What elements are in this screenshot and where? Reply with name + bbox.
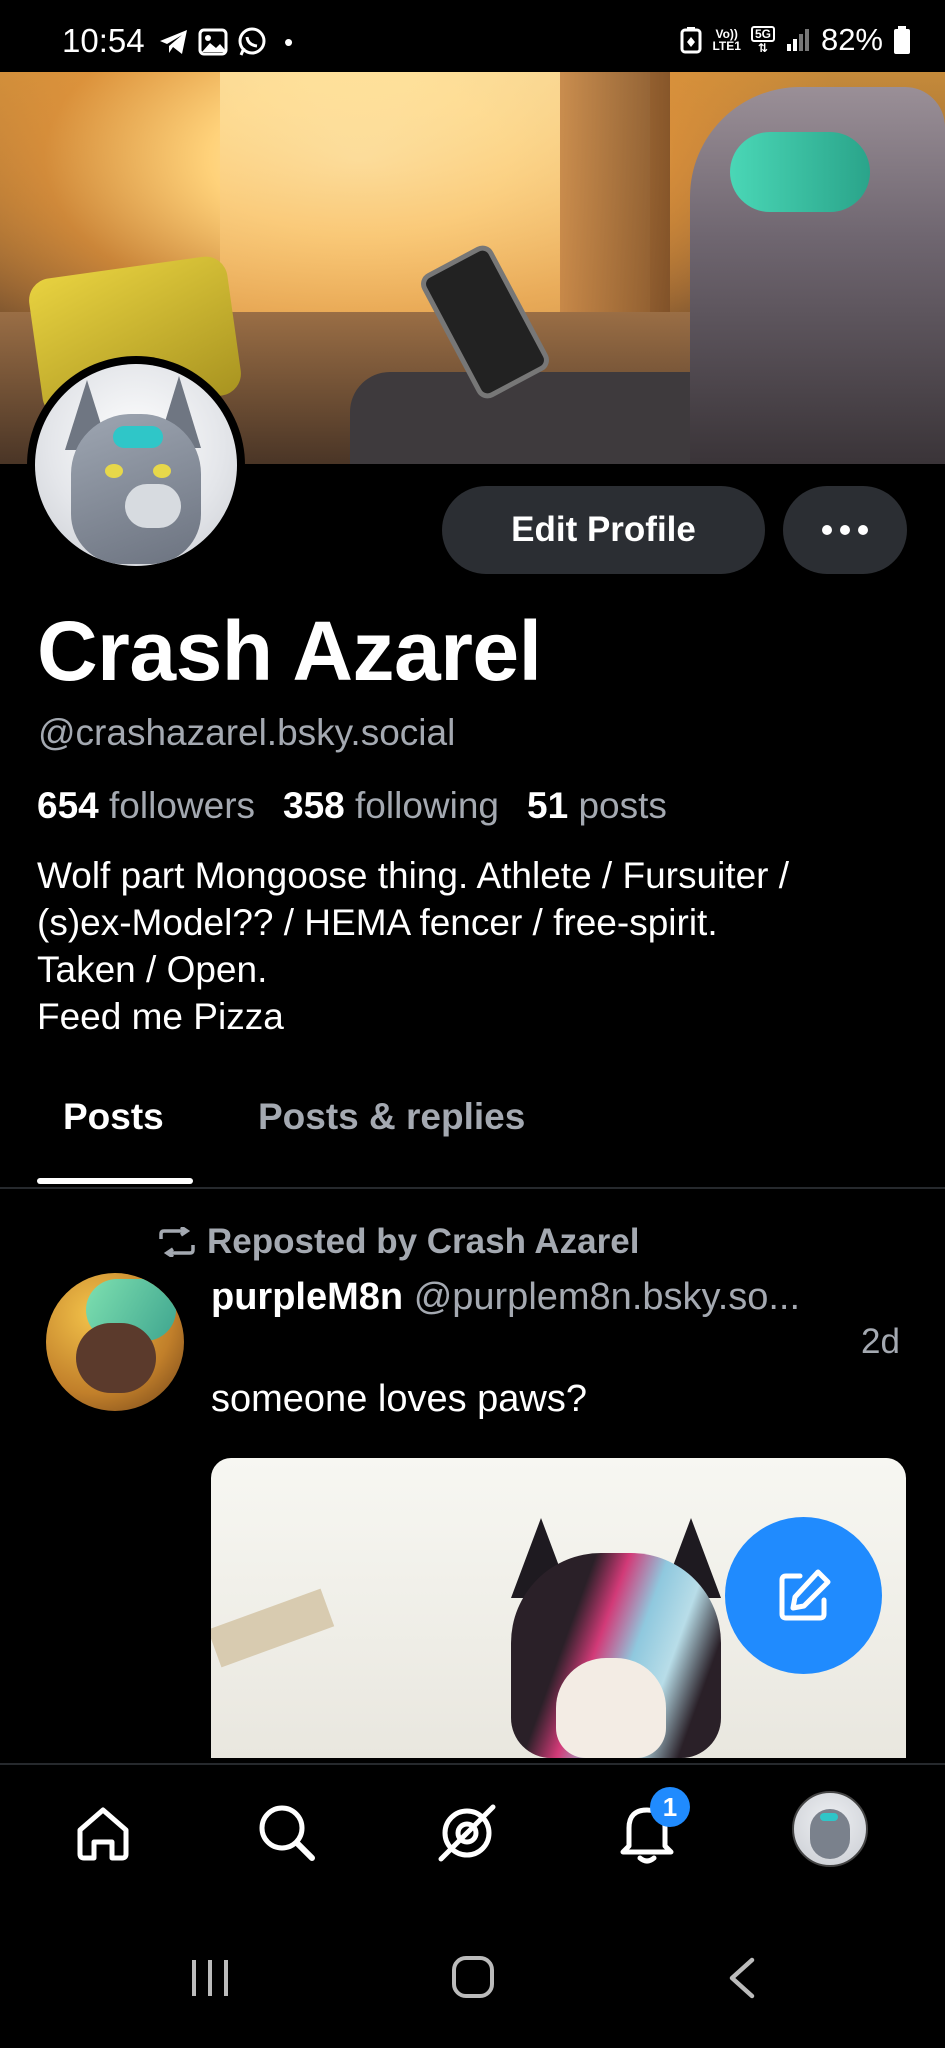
back-icon[interactable] — [722, 1956, 762, 2000]
battery-saver-icon — [680, 27, 702, 54]
nav-profile-avatar[interactable] — [792, 1791, 868, 1867]
nav-home[interactable] — [58, 1788, 148, 1878]
post-author-avatar[interactable] — [46, 1273, 184, 1411]
bio-line: (s)ex-Model?? / HEMA fencer / free-spiri… — [37, 902, 718, 943]
compose-post-button[interactable] — [725, 1517, 882, 1674]
tab-posts[interactable]: Posts — [63, 1096, 164, 1138]
bio-line: Taken / Open. — [37, 949, 268, 990]
post-author-handle: @purplem8n.bsky.so... — [413, 1276, 801, 1318]
notification-badge: 1 — [650, 1787, 690, 1827]
nav-search[interactable] — [242, 1788, 332, 1878]
tab-posts-and-replies[interactable]: Posts & replies — [258, 1096, 525, 1138]
edit-profile-button[interactable]: Edit Profile — [442, 486, 765, 574]
profile-bio: Wolf part Mongoose thing. Athlete / Furs… — [37, 852, 917, 1040]
profile-handle: @crashazarel.bsky.social — [38, 712, 456, 753]
followers-link[interactable]: 654 followers — [37, 785, 255, 827]
more-options-button[interactable] — [783, 486, 907, 574]
nav-feeds[interactable] — [422, 1788, 512, 1878]
post-text: someone loves paws? — [211, 1378, 587, 1420]
status-notification-icons: • — [158, 26, 293, 58]
system-navigation-bar — [0, 1908, 945, 2048]
ellipsis-icon — [822, 525, 868, 535]
following-link[interactable]: 358 following — [283, 785, 499, 827]
signal-icon — [786, 29, 809, 51]
whatsapp-icon — [238, 27, 266, 56]
profile-display-name: Crash Azarel — [37, 604, 542, 698]
status-time: 10:54 — [62, 22, 145, 59]
compose-icon — [779, 1569, 830, 1620]
repost-icon — [159, 1227, 195, 1257]
post-author-name: purpleM8n — [211, 1276, 404, 1318]
home-icon — [77, 1807, 129, 1861]
home-button-icon[interactable] — [450, 1954, 496, 2000]
recent-apps-icon[interactable] — [188, 1956, 232, 2000]
profile-avatar[interactable] — [35, 364, 237, 566]
battery-icon — [894, 26, 910, 54]
feeds-icon — [438, 1804, 496, 1862]
banner-wolf-hair — [730, 132, 870, 212]
active-tab-indicator — [37, 1178, 193, 1184]
posts-count: 51 posts — [527, 785, 667, 826]
status-bar: 10:54 • Vo)) LTE1 5G ⇅ 82% — [0, 0, 945, 72]
search-icon — [259, 1805, 315, 1861]
repost-indicator[interactable]: Reposted by Crash Azarel — [157, 1222, 639, 1262]
bio-line: Feed me Pizza — [37, 996, 284, 1037]
status-dot: • — [284, 26, 294, 57]
profile-stats: 654 followers 358 following 51 posts — [37, 785, 667, 827]
battery-percent: 82% — [820, 22, 883, 57]
post-author[interactable]: purpleM8n @purplem8n.bsky.so... — [211, 1276, 841, 1319]
network-5g-indicator: 5G ⇅ — [750, 26, 775, 54]
tabs-divider — [0, 1187, 945, 1189]
telegram-icon — [160, 30, 187, 54]
post-timestamp[interactable]: 2d — [861, 1322, 900, 1362]
bio-line: Wolf part Mongoose thing. Athlete / Furs… — [37, 855, 790, 896]
volte-indicator: Vo)) LTE1 — [712, 27, 741, 53]
status-system-icons: Vo)) LTE1 5G ⇅ 82% — [680, 22, 911, 58]
gallery-icon — [198, 28, 228, 56]
